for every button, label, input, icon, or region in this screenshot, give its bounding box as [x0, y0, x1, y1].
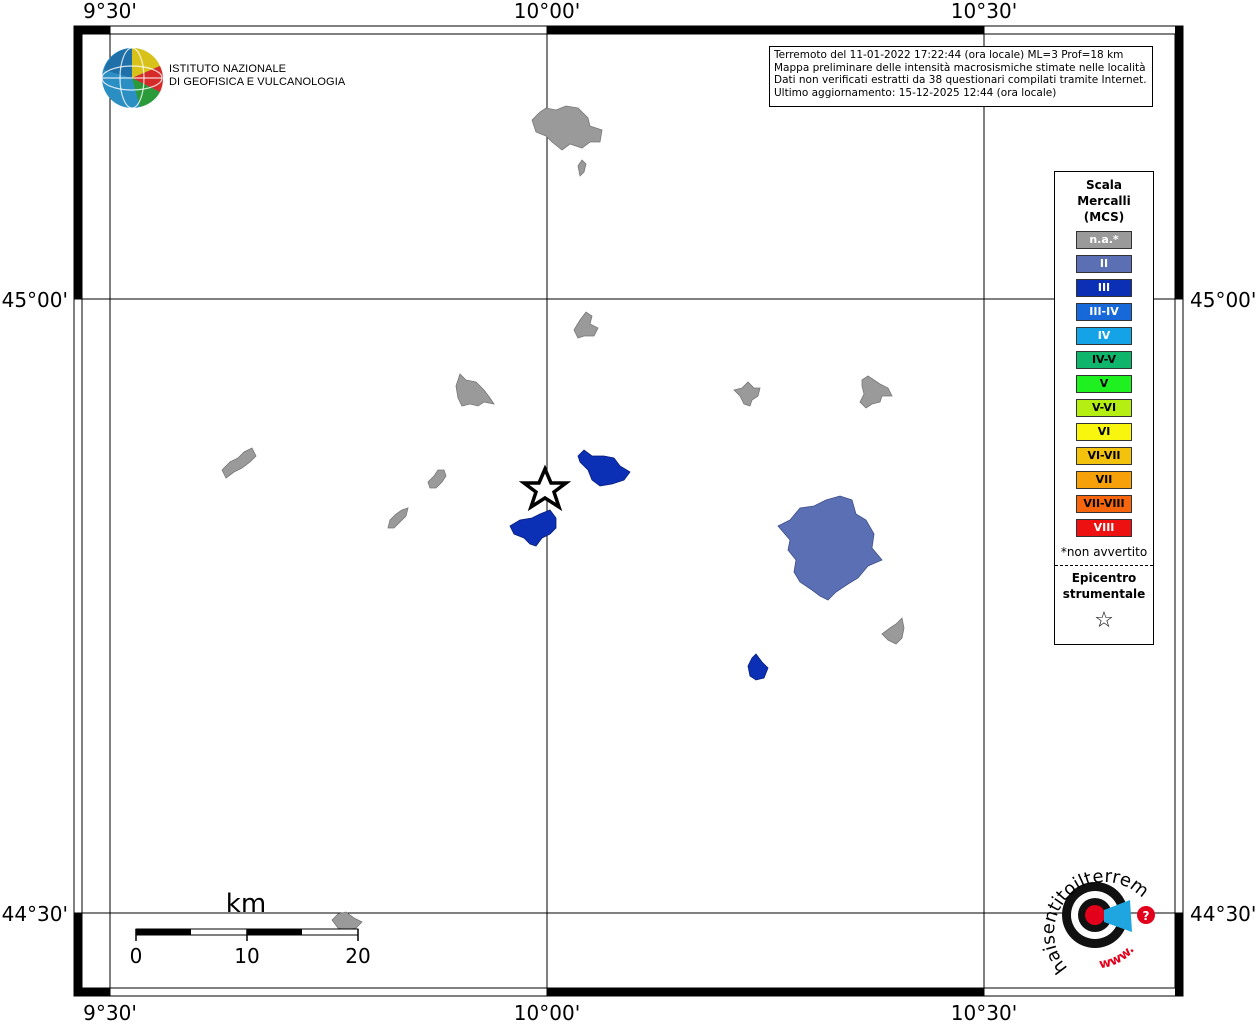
- legend-item: VIII: [1076, 519, 1132, 537]
- legend-item: IV-V: [1076, 351, 1132, 369]
- municipality-na-centre: [573, 311, 599, 339]
- lon-label-top-1030: 10°30': [951, 0, 1017, 23]
- municipality-na-west-1: [455, 373, 495, 407]
- legend-separator: [1055, 565, 1153, 566]
- municipality-areas: [221, 105, 905, 931]
- legend-item: III-IV: [1076, 303, 1132, 321]
- scale-bar-unit: km: [226, 889, 266, 919]
- legend-item: VII: [1076, 471, 1132, 489]
- municipality-na-west-3: [427, 469, 447, 489]
- lon-label-top-930: 9°30': [83, 0, 137, 23]
- legend-star-icon: ☆: [1094, 608, 1114, 633]
- event-info-line1: Terremoto del 11-01-2022 17:22:44 (ora l…: [774, 49, 1124, 61]
- legend-item: III: [1076, 279, 1132, 297]
- event-info-line2: Mappa preliminare delle intensità macros…: [774, 61, 1146, 74]
- legend-items: n.a.* II III III-IV IV IV-V V V-VI VI VI-VII VII VI…: [1055, 231, 1153, 537]
- legend-title: Scala Mercalli (MCS): [1055, 177, 1153, 225]
- ingv-logo-icon: [101, 47, 163, 109]
- graticule: [74, 26, 1183, 996]
- event-info-box: Terremoto del 11-01-2022 17:22:44 (ora l…: [769, 46, 1153, 107]
- legend-title-line2: Mercalli: [1077, 194, 1131, 208]
- municipality-na-east-1: [733, 381, 761, 407]
- epicenter-star: [518, 464, 572, 512]
- legend-epicenter-label: Epicentro strumentale: [1055, 570, 1153, 602]
- event-info-line4: Ultimo aggiornamento: 15-12-2025 12:44 (…: [774, 86, 1057, 99]
- legend-item: V-VI: [1076, 399, 1132, 417]
- legend-item: VII-VIII: [1076, 495, 1132, 513]
- municipality-na-west-2: [221, 447, 257, 479]
- municipality-iii-south: [509, 509, 557, 547]
- lon-label-bottom-1030: 10°30': [951, 1001, 1017, 1024]
- lat-label-right-4430: 44°30': [1190, 902, 1256, 926]
- legend-epicenter-line2: strumentale: [1062, 587, 1146, 601]
- legend-item: VI: [1076, 423, 1132, 441]
- legend-item: IV: [1076, 327, 1132, 345]
- municipality-ii-parma: [777, 495, 883, 601]
- legend-title-line1: Scala: [1085, 178, 1123, 192]
- scale-bar: [135, 928, 359, 941]
- scale-bar-tick-20: 20: [345, 944, 370, 968]
- municipality-na-southeast: [881, 617, 905, 645]
- mcs-legend: Scala Mercalli (MCS) n.a.* II III III-IV IV I…: [1054, 171, 1154, 645]
- event-info-line3: Dati non verificati estratti da 38 quest…: [774, 74, 1147, 86]
- municipality-iii-east: [577, 449, 631, 487]
- svg-text:?: ?: [1143, 909, 1150, 923]
- scale-bar-tick-0: 0: [130, 944, 143, 968]
- lon-label-top-1000: 10°00': [514, 0, 580, 23]
- municipality-na-north-small: [577, 159, 587, 177]
- map-frame: [73, 25, 1184, 997]
- legend-item: V: [1076, 375, 1132, 393]
- legend-item: n.a.*: [1076, 231, 1132, 249]
- lon-label-bottom-930: 9°30': [83, 1001, 137, 1024]
- hsit-logo-icon: ?: [1062, 882, 1155, 948]
- institute-name-line1: ISTITUTO NAZIONALE: [169, 63, 287, 75]
- legend-item: II: [1076, 255, 1132, 273]
- legend-item: VI-VII: [1076, 447, 1132, 465]
- municipality-na-south: [331, 911, 363, 931]
- lat-label-left-4430: 44°30': [2, 902, 68, 926]
- lat-label-left-4500: 45°00': [2, 288, 68, 312]
- legend-note: *non avvertito: [1060, 545, 1148, 559]
- municipality-iii-southeast: [747, 653, 769, 681]
- municipality-na-north: [531, 105, 603, 151]
- municipality-na-east-2: [859, 375, 893, 409]
- lon-label-bottom-1000: 10°00': [514, 1001, 580, 1024]
- institute-name-line2: DI GEOFISICA E VULCANOLOGIA: [169, 76, 346, 88]
- scale-bar-tick-10: 10: [234, 944, 259, 968]
- municipality-na-west-4: [387, 507, 409, 529]
- legend-epicenter-line1: Epicentro: [1071, 571, 1137, 585]
- legend-title-line3: (MCS): [1083, 210, 1125, 224]
- institute-name: ISTITUTO NAZIONALE DI GEOFISICA E VULCAN…: [169, 63, 345, 89]
- lat-label-right-4500: 45°00': [1190, 288, 1256, 312]
